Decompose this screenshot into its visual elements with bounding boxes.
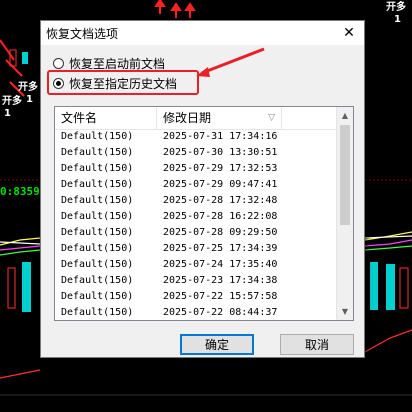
red-arrow-annotation-icon [196,47,265,77]
list-item[interactable]: Default(150) 2025-07-22 08:44:37 [55,305,337,320]
list-item[interactable]: Default(150) 2025-07-29 09:47:41 [55,177,337,193]
file-date: 2025-07-25 17:34:39 [163,243,278,254]
ok-button[interactable]: 确定 [180,334,254,355]
indicator-readout: 0:8359 [0,185,40,198]
dialog-title: 恢复文档选项 [46,27,119,41]
list-item[interactable]: Default(150) 2025-07-22 15:57:58 [55,289,337,305]
option-restore-startup-label: 恢复至启动前文档 [69,56,166,71]
list-item[interactable]: Default(150) 2025-07-29 17:32:53 [55,161,337,177]
file-name: Default(150) [61,307,134,318]
column-header-filename[interactable]: 文件名 [55,107,157,129]
list-item[interactable]: Default(150) 2025-07-31 17:34:16 [55,129,337,145]
file-date: 2025-07-24 17:35:40 [163,259,278,270]
signal-count-left-1: 1 [26,94,33,105]
list-item[interactable]: Default(150) 2025-07-30 13:30:51 [55,145,337,161]
signal-label-left-2: 开多 [2,96,22,107]
file-date: 2025-07-29 17:32:53 [163,163,278,174]
close-icon: ✕ [343,25,355,41]
column-header-modified-date-label: 修改日期 [163,111,212,125]
dialog-titlebar[interactable]: 恢复文档选项 ✕ [41,21,364,45]
option-restore-startup[interactable]: 恢复至启动前文档 [53,55,165,71]
file-date: 2025-07-28 09:29:50 [163,227,278,238]
list-item[interactable]: Default(150) 2025-07-25 17:34:39 [55,241,337,257]
buy-signal-arrows [154,0,196,18]
column-header-filler [282,107,337,129]
file-name: Default(150) [61,275,134,286]
radio-checked-icon[interactable] [53,77,64,89]
option-restore-history[interactable]: 恢复至指定历史文档 [53,75,177,91]
list-header: 文件名 修改日期 ▽ [55,107,337,130]
vertical-scrollbar[interactable]: ▲ ▼ [336,107,353,320]
file-name: Default(150) [61,131,134,142]
file-name: Default(150) [61,211,134,222]
file-date: 2025-07-28 17:32:48 [163,195,278,206]
list-item[interactable]: Default(150) 2025-07-28 17:32:48 [55,193,337,209]
restore-document-dialog: 恢复文档选项 ✕ 恢复至启动前文档 恢复至指定历史文档 文件名 修改日期 ▽ D… [40,20,365,358]
file-date: 2025-07-31 17:34:16 [163,131,278,142]
option-restore-history-label: 恢复至指定历史文档 [69,76,178,91]
signal-label-left-1: 开多 [18,82,38,93]
indicator-curve [0,369,41,379]
cancel-button[interactable]: 取消 [280,334,354,355]
list-item[interactable]: Default(150) 2025-07-24 17:35:40 [55,257,337,273]
file-name: Default(150) [61,243,134,254]
file-date: 2025-07-22 15:57:58 [163,291,278,302]
file-name: Default(150) [61,179,134,190]
list-rows: Default(150) 2025-07-31 17:34:16 Default(… [55,129,337,320]
radio-unchecked-icon[interactable] [53,57,64,69]
file-date: 2025-07-28 16:22:08 [163,211,278,222]
history-file-list[interactable]: 文件名 修改日期 ▽ Default(150) 2025-07-31 17:34:… [54,106,354,321]
file-name: Default(150) [61,195,134,206]
signal-label-top-right: 开多 [386,2,406,13]
scroll-down-icon[interactable]: ▼ [337,303,353,320]
list-item[interactable]: Default(150) 2025-07-28 09:29:50 [55,225,337,241]
scrollbar-thumb[interactable] [340,125,350,225]
scroll-up-icon[interactable]: ▲ [337,107,353,124]
signal-count-top-right: 1 [394,14,401,25]
file-date: 2025-07-30 13:30:51 [163,147,278,158]
file-date: 2025-07-23 17:34:38 [163,275,278,286]
file-name: Default(150) [61,163,134,174]
list-item[interactable]: Default(150) 2025-07-28 16:22:08 [55,209,337,225]
file-name: Default(150) [61,291,134,302]
sort-indicator-icon: ▽ [268,113,275,123]
file-name: Default(150) [61,227,134,238]
column-header-modified-date[interactable]: 修改日期 ▽ [157,107,282,129]
file-name: Default(150) [61,147,134,158]
close-button[interactable]: ✕ [334,21,364,45]
file-date: 2025-07-22 08:44:37 [163,307,278,318]
signal-count-left-2: 1 [4,108,11,119]
list-item[interactable]: Default(150) 2025-07-23 17:34:38 [55,273,337,289]
file-name: Default(150) [61,259,134,270]
file-date: 2025-07-29 09:47:41 [163,179,278,190]
